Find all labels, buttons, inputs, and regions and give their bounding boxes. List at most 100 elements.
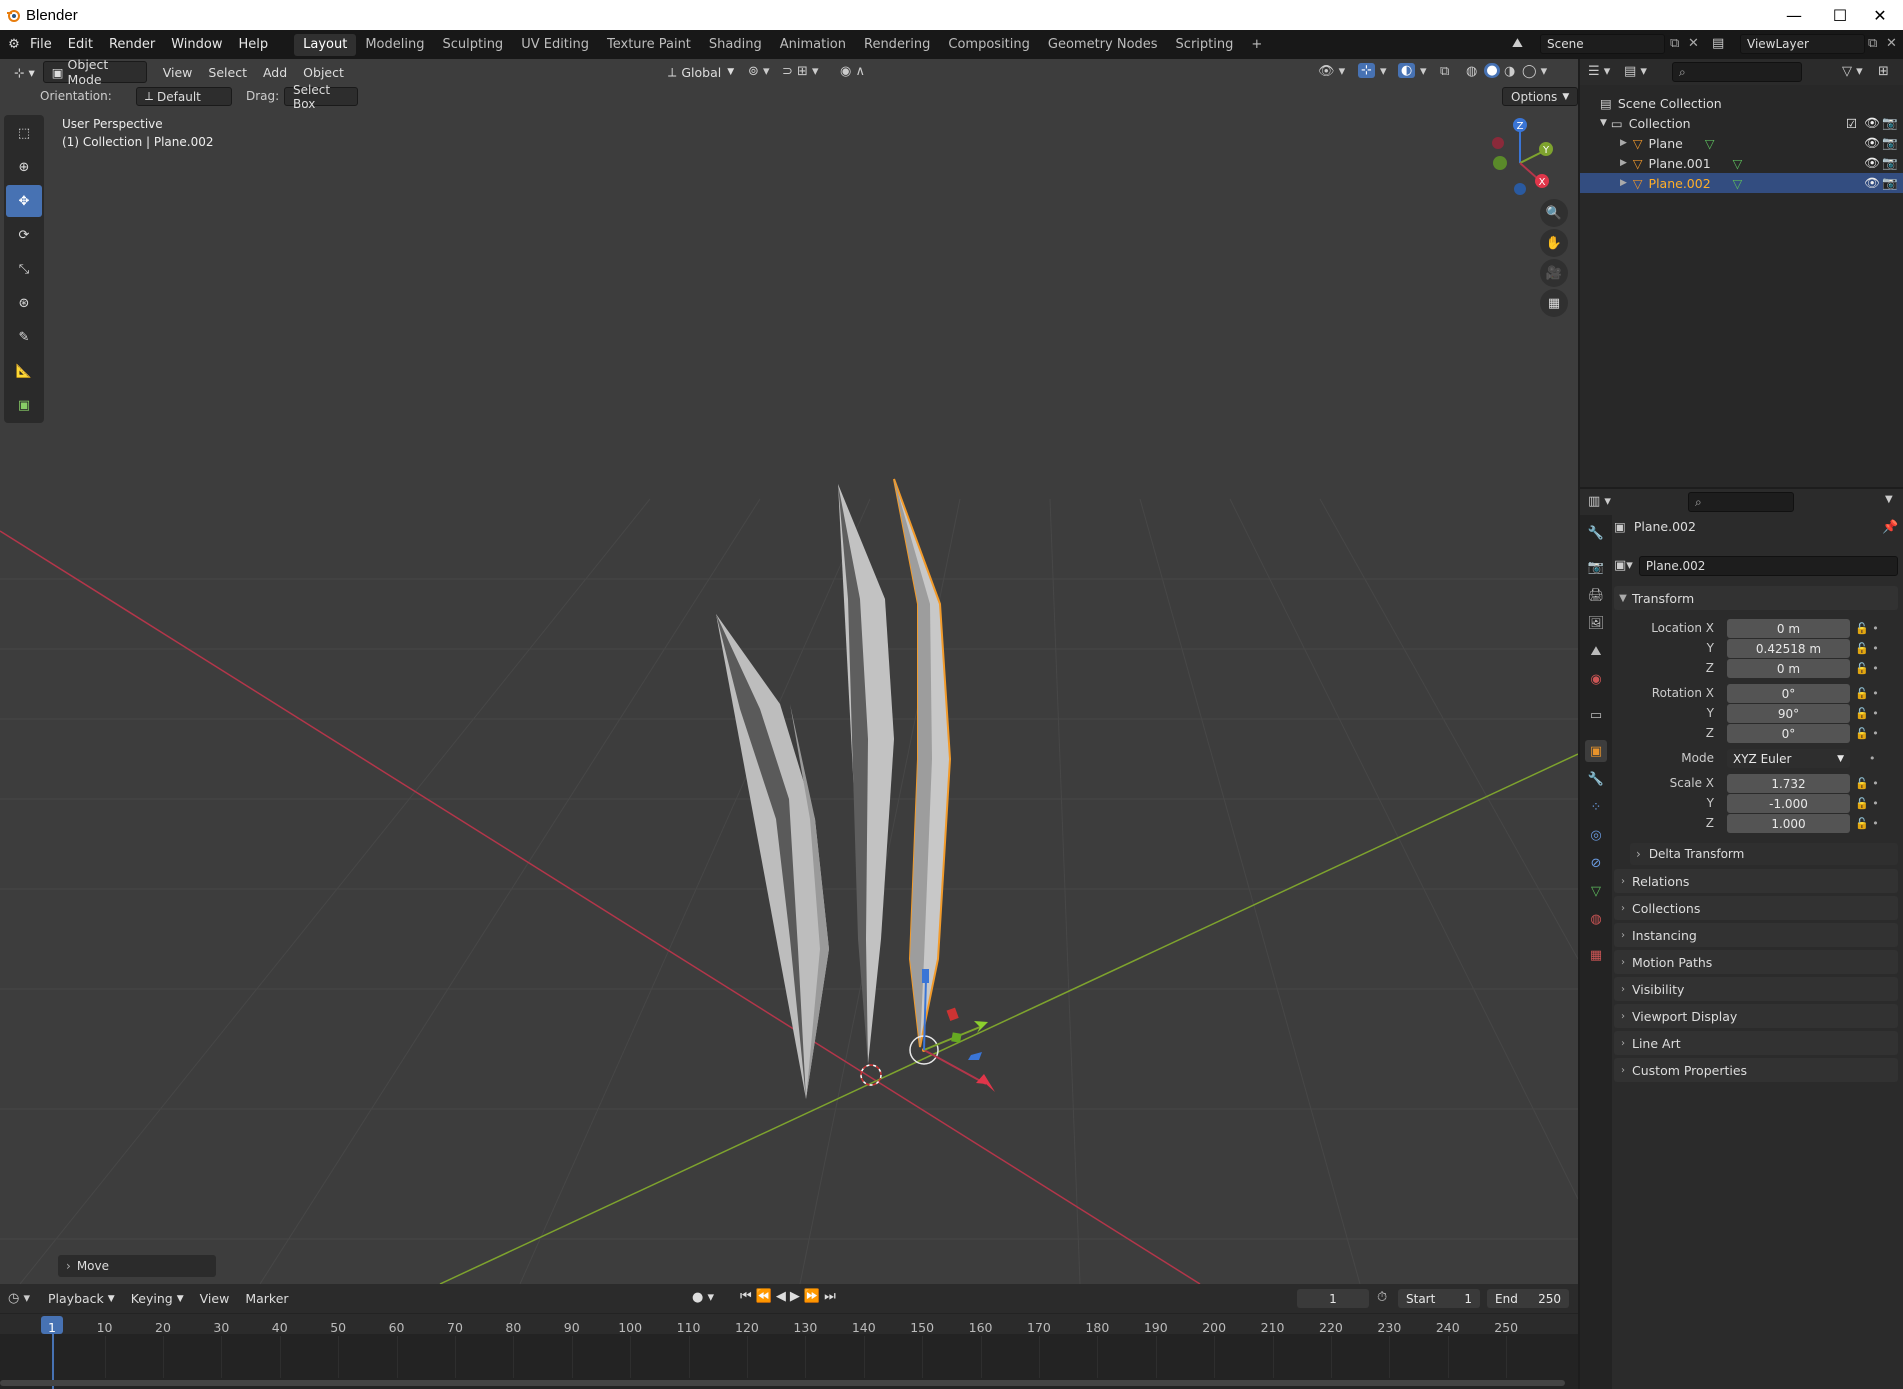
view-layer-tab-icon[interactable]: 🖼 xyxy=(1585,612,1607,634)
texture-tab-icon[interactable]: ▦ xyxy=(1585,944,1607,966)
lock-icon[interactable]: 🔓 • xyxy=(1855,794,1895,814)
tab-uv-editing[interactable]: UV Editing xyxy=(512,34,598,56)
delete-scene-icon[interactable]: ✕ xyxy=(1688,36,1699,51)
menu-render[interactable]: Render xyxy=(101,30,163,59)
object-menu[interactable]: Object xyxy=(295,61,352,83)
menu-window[interactable]: Window xyxy=(163,30,230,59)
add-menu[interactable]: Add xyxy=(255,61,295,83)
move-tool[interactable]: ✥ xyxy=(6,185,42,217)
minimize-button[interactable]: — xyxy=(1771,0,1817,30)
jump-start-icon[interactable]: ⏮ xyxy=(740,1289,756,1304)
tab-shading[interactable]: Shading xyxy=(700,34,771,56)
navigation-gizmo[interactable]: Z Y X xyxy=(1480,115,1560,195)
add-cube-tool[interactable]: ▣ xyxy=(6,389,42,421)
plane-001-mesh[interactable] xyxy=(838,484,894,1064)
tab-texture-paint[interactable]: Texture Paint xyxy=(598,34,700,56)
tab-rendering[interactable]: Rendering xyxy=(855,34,939,56)
plane-mesh[interactable] xyxy=(716,614,829,1099)
custom-properties-panel[interactable]: › Custom Properties xyxy=(1614,1058,1898,1082)
expand-icon[interactable]: ▼ xyxy=(1600,118,1607,128)
outliner-row-scene-collection[interactable]: ▤ Scene Collection xyxy=(1580,93,1903,113)
outliner-editor-icon[interactable]: ☰ ▾ xyxy=(1588,64,1610,79)
perspective-toggle-button[interactable]: ▦ xyxy=(1540,289,1568,317)
line-art-panel[interactable]: › Line Art xyxy=(1614,1031,1898,1055)
filter-icon[interactable]: ▽ ▾ xyxy=(1842,64,1863,79)
outliner-row-plane-001[interactable]: ▶ ▽ Plane.001 ▽ 👁 📷 xyxy=(1580,153,1903,173)
end-frame-field[interactable]: End 250 xyxy=(1487,1289,1569,1308)
auto-keying-icon[interactable]: ● ▾ xyxy=(692,1290,714,1305)
camera-view-button[interactable]: 🎥 xyxy=(1540,259,1568,287)
scale-x-field[interactable]: 1.732 xyxy=(1727,774,1850,793)
eye-icon[interactable]: 👁 xyxy=(1864,115,1880,131)
material-tab-icon[interactable]: ◍ xyxy=(1585,908,1607,930)
marker-menu[interactable]: Marker xyxy=(237,1288,296,1310)
lock-icon[interactable]: 🔓 • xyxy=(1855,684,1895,704)
output-tab-icon[interactable]: 🖨 xyxy=(1585,584,1607,606)
tab-layout[interactable]: Layout xyxy=(294,33,357,56)
scale-y-field[interactable]: -1.000 xyxy=(1727,794,1850,813)
world-tab-icon[interactable]: ◉ xyxy=(1585,668,1607,690)
scale-z-field[interactable]: 1.000 xyxy=(1727,814,1850,833)
prev-keyframe-icon[interactable]: ⏪ xyxy=(756,1289,776,1304)
relations-panel[interactable]: › Relations xyxy=(1614,869,1898,893)
timeline-view-menu[interactable]: View xyxy=(192,1288,238,1310)
measure-tool[interactable]: 📐 xyxy=(6,355,42,387)
menu-file[interactable]: File xyxy=(22,30,60,59)
motion-paths-panel[interactable]: › Motion Paths xyxy=(1614,950,1898,974)
physics-tab-icon[interactable]: ◎ xyxy=(1585,824,1607,846)
outliner-search-input[interactable]: ⌕ xyxy=(1672,62,1802,82)
current-frame-field[interactable]: 1 xyxy=(1297,1289,1369,1308)
next-keyframe-icon[interactable]: ⏩ xyxy=(804,1289,824,1304)
object-type-selector[interactable]: ▣▾ xyxy=(1614,558,1633,573)
expand-icon[interactable]: ▶ xyxy=(1620,178,1627,188)
plane-002-mesh[interactable] xyxy=(893,478,952,1048)
pan-button[interactable]: ✋ xyxy=(1540,229,1568,257)
overlays-toggle-icon[interactable]: ◐ xyxy=(1398,63,1416,78)
add-workspace-button[interactable]: + xyxy=(1242,34,1271,56)
mesh-data-tab-icon[interactable]: ▽ xyxy=(1585,880,1607,902)
editor-type-button[interactable]: ⊹ ▾ xyxy=(6,61,43,83)
collections-panel[interactable]: › Collections xyxy=(1614,896,1898,920)
pin-icon[interactable]: 📌 xyxy=(1882,520,1898,535)
view-layer-icon[interactable]: ▤ xyxy=(1712,36,1724,51)
view-menu[interactable]: View xyxy=(155,61,201,83)
rotation-y-field[interactable]: 90° xyxy=(1727,704,1850,723)
keying-menu[interactable]: Keying ▼ xyxy=(123,1288,192,1310)
lock-icon[interactable]: 🔓 • xyxy=(1855,704,1895,724)
eye-icon[interactable]: 👁 xyxy=(1864,135,1880,151)
camera-render-icon[interactable]: 📷 xyxy=(1882,135,1898,151)
eye-icon[interactable]: 👁 xyxy=(1864,175,1880,191)
3d-viewport[interactable]: ⊹ ▾ ▣ Object Mode View Select Add Object… xyxy=(0,59,1578,1284)
camera-render-icon[interactable]: 📷 xyxy=(1882,155,1898,171)
scene-tab-icon[interactable]: ⛰ xyxy=(1585,640,1607,662)
expand-icon[interactable]: ▶ xyxy=(1620,138,1627,148)
lock-icon[interactable]: 🔓 • xyxy=(1855,774,1895,794)
rotate-tool[interactable]: ⟳ xyxy=(6,219,42,251)
location-x-field[interactable]: 0 m xyxy=(1727,619,1850,638)
tab-animation[interactable]: Animation xyxy=(771,34,855,56)
constraints-tab-icon[interactable]: ⊘ xyxy=(1585,852,1607,874)
delete-view-layer-icon[interactable]: ✕ xyxy=(1886,36,1897,51)
scale-tool[interactable]: ⤡ xyxy=(6,253,42,285)
pivot-point-icon[interactable]: ⊚ ▾ xyxy=(748,64,770,79)
new-collection-icon[interactable]: ⊞ xyxy=(1878,64,1889,79)
play-icon[interactable]: ▶ xyxy=(790,1289,804,1304)
rotation-z-field[interactable]: 0° xyxy=(1727,724,1850,743)
eye-icon[interactable]: 👁 xyxy=(1864,155,1880,171)
play-reverse-icon[interactable]: ◀ xyxy=(776,1289,790,1304)
lock-icon[interactable]: 🔓 • xyxy=(1855,724,1895,744)
menu-help[interactable]: Help xyxy=(231,30,277,59)
transform-panel-header[interactable]: ▼ Transform xyxy=(1614,586,1898,610)
object-tab-icon[interactable]: ▣ xyxy=(1585,740,1607,762)
rotation-mode-dropdown[interactable]: XYZ Euler ▼ xyxy=(1727,749,1850,768)
wireframe-shading-icon[interactable]: ◍ xyxy=(1466,64,1477,79)
cursor-tool[interactable]: ⊕ xyxy=(6,151,42,183)
camera-render-icon[interactable]: 📷 xyxy=(1882,115,1898,131)
lock-icon[interactable]: 🔓 • xyxy=(1855,659,1895,679)
object-name-field[interactable]: Plane.002 xyxy=(1638,555,1898,576)
properties-search-input[interactable]: ⌕ xyxy=(1688,492,1794,512)
overlays-dropdown-icon[interactable]: ▾ xyxy=(1420,64,1427,79)
material-shading-icon[interactable]: ◑ xyxy=(1504,64,1515,79)
proportional-editing-icon[interactable]: ◉ ∧ xyxy=(840,64,865,79)
camera-render-icon[interactable]: 📷 xyxy=(1882,175,1898,191)
